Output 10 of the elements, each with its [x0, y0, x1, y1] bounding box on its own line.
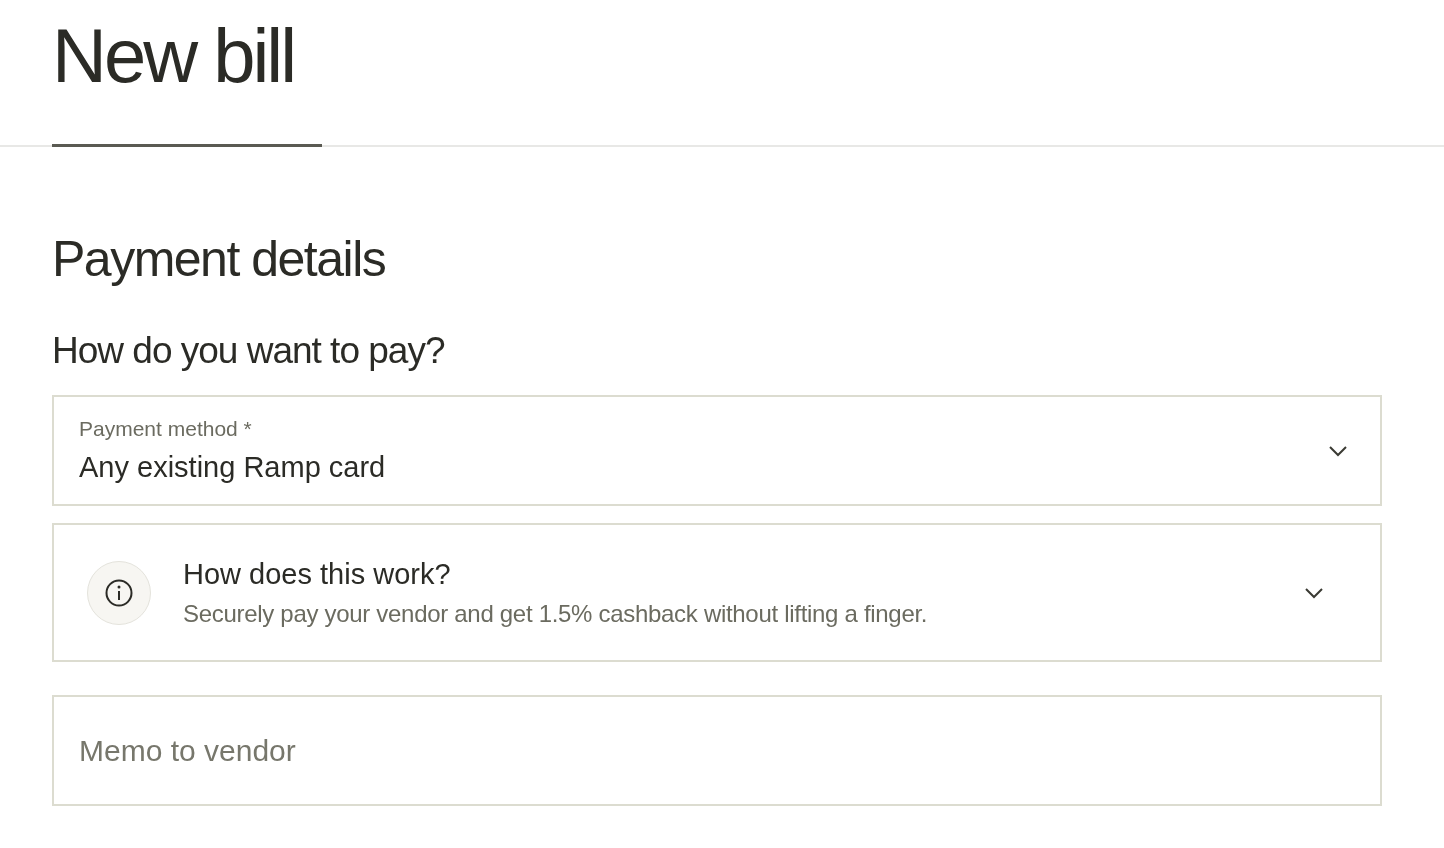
info-description: Securely pay your vendor and get 1.5% cashback without lifting a finger.	[183, 598, 929, 629]
info-panel[interactable]: How does this work? Securely pay your vendor and get 1.5% cashback without lifting a finger.	[52, 523, 1382, 662]
chevron-down-icon	[1304, 586, 1324, 599]
payment-method-select[interactable]: Payment method * Any existing Ramp card	[52, 395, 1382, 506]
info-title: How does this work?	[183, 556, 452, 592]
question-text: How do you want to pay?	[52, 329, 446, 373]
chevron-down-icon	[1328, 444, 1348, 457]
memo-field[interactable]: Memo to vendor	[52, 695, 1382, 806]
section-title: Payment details	[52, 231, 387, 287]
page-title: New bill	[52, 14, 296, 100]
